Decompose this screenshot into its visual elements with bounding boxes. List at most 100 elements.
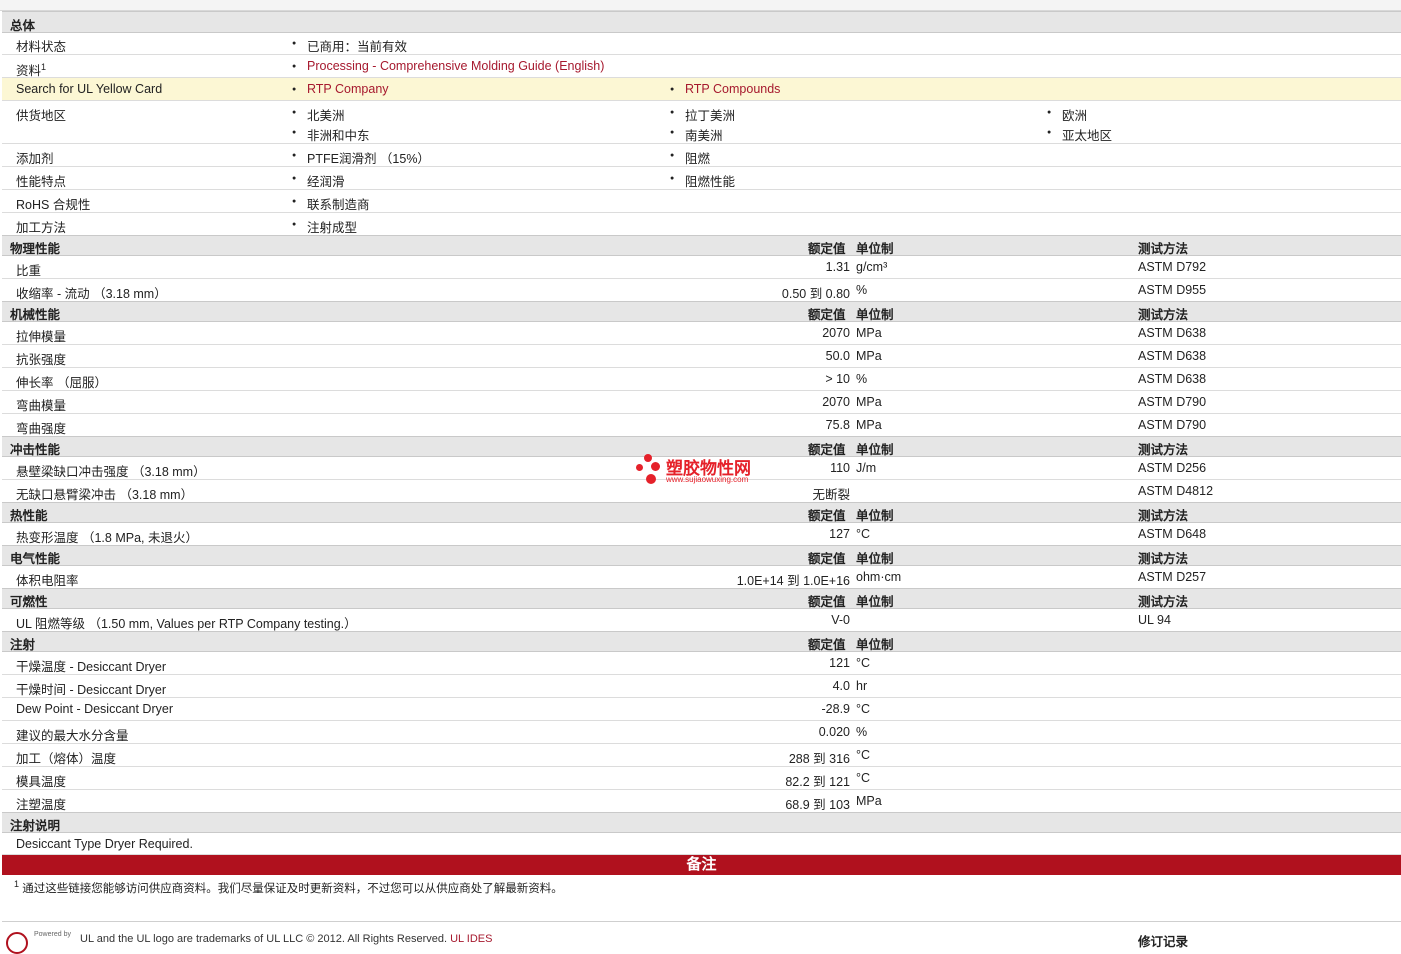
property-value: V-0 <box>831 613 850 627</box>
section-injection: 注射 额定值 单位制 <box>2 631 1401 652</box>
test-method: ASTM D638 <box>1138 372 1207 386</box>
test-method: ASTM D256 <box>1138 461 1207 475</box>
row-value: 阻燃 <box>670 148 710 167</box>
property-name: 加工（熔体）温度 <box>16 752 117 766</box>
row-label: 材料状态 <box>16 40 67 54</box>
rtp-company-link[interactable]: RTP Company <box>292 82 388 96</box>
row-features: 性能特点 经润滑 阻燃性能 <box>2 167 1401 190</box>
header-method: 测试方法 <box>1138 443 1189 457</box>
header-nominal: 额定值 <box>808 595 846 609</box>
table-row: 抗张强度 50.0 MPa ASTM D638 <box>2 345 1401 368</box>
header-nominal: 额定值 <box>808 552 846 566</box>
property-unit: MPa <box>856 395 882 409</box>
table-row: 拉伸模量 2070 MPa ASTM D638 <box>2 322 1401 345</box>
table-row: 收缩率 - 流动 （3.18 mm） 0.50 到 0.80% ASTM D955 <box>2 279 1401 302</box>
property-name: 注塑温度 <box>16 798 67 812</box>
header-nominal: 额定值 <box>808 638 846 652</box>
header-nominal: 额定值 <box>808 242 846 256</box>
property-value: 0.020 <box>818 725 850 739</box>
property-name: 弯曲强度 <box>16 422 67 436</box>
header-nominal: 额定值 <box>808 443 846 457</box>
table-row: 伸长率 （屈服） > 10% ASTM D638 <box>2 368 1401 391</box>
section-injection-notes: 注射说明 <box>2 812 1401 833</box>
property-value: 110 <box>830 461 850 475</box>
property-value: 2070 <box>822 395 850 409</box>
property-value: 127 <box>829 527 850 541</box>
row-value: 注射成型 <box>292 217 357 236</box>
property-value: 121 <box>829 656 850 670</box>
test-method: ASTM D790 <box>1138 395 1207 409</box>
table-row: 干燥温度 - Desiccant Dryer 121 °C <box>2 652 1401 675</box>
row-label: Search for UL Yellow Card <box>16 82 163 96</box>
header-unit: 单位制 <box>856 595 894 609</box>
property-value: 75.8 <box>825 418 850 432</box>
section-electrical: 电气性能 额定值 单位制 测试方法 <box>2 545 1401 566</box>
header-unit: 单位制 <box>856 509 894 523</box>
property-name: 干燥温度 - Desiccant Dryer <box>16 660 167 674</box>
row-additive: 添加剂 PTFE润滑剂 （15%） 阻燃 <box>2 144 1401 167</box>
footer-text: UL and the UL logo are trademarks of UL … <box>80 933 493 945</box>
region-item: 拉丁美洲 <box>670 105 735 124</box>
region-item: 南美洲 <box>670 125 722 144</box>
section-title: 物理性能 <box>10 242 61 256</box>
property-name: 模具温度 <box>16 775 67 789</box>
property-unit: MPa <box>856 418 882 432</box>
row-label: 添加剂 <box>16 152 54 166</box>
property-value: 1.0E+14 到 1.0E+16 <box>736 574 850 588</box>
test-method: UL 94 <box>1138 613 1171 627</box>
header-method: 测试方法 <box>1138 509 1189 523</box>
property-name: 抗张强度 <box>16 353 67 367</box>
table-row: Dew Point - Desiccant Dryer -28.9 °C <box>2 698 1401 721</box>
table-row: 弯曲模量 2070 MPa ASTM D790 <box>2 391 1401 414</box>
property-value: 68.9 到 103 <box>785 798 850 812</box>
ul-ides-link[interactable]: UL IDES <box>450 933 492 945</box>
property-unit: % <box>856 372 868 386</box>
top-bar <box>0 0 1401 11</box>
property-name: 热变形温度 （1.8 MPa, 未退火） <box>16 531 198 545</box>
row-label: 加工方法 <box>16 221 67 235</box>
note-text: Desiccant Type Dryer Required. <box>16 837 193 851</box>
row-ul-yellow-card: Search for UL Yellow Card RTP Company RT… <box>2 78 1401 101</box>
section-general: 总体 <box>2 11 1401 33</box>
rtp-compounds-link[interactable]: RTP Compounds <box>670 82 781 96</box>
row-label: 性能特点 <box>16 175 67 189</box>
property-unit: °C <box>856 771 871 785</box>
property-unit: °C <box>856 527 871 541</box>
literature-link[interactable]: Processing - Comprehensive Molding Guide… <box>292 59 604 73</box>
property-unit: J/m <box>856 461 877 475</box>
row-material-status: 材料状态 已商用：当前有效 <box>2 32 1401 55</box>
table-row: 热变形温度 （1.8 MPa, 未退火） 127 °C ASTM D648 <box>2 523 1401 546</box>
section-mechanical: 机械性能 额定值 单位制 测试方法 <box>2 301 1401 322</box>
test-method: ASTM D638 <box>1138 349 1207 363</box>
row-processing: 加工方法 注射成型 <box>2 213 1401 236</box>
section-title: 注射说明 <box>10 819 61 833</box>
property-name: 体积电阻率 <box>16 574 79 588</box>
property-value: 2070 <box>822 326 850 340</box>
table-row: 弯曲强度 75.8 MPa ASTM D790 <box>2 414 1401 437</box>
table-row: 建议的最大水分含量 0.020% <box>2 721 1401 744</box>
header-unit: 单位制 <box>856 242 894 256</box>
table-row: 比重 1.31 g/cm³ ASTM D792 <box>2 256 1401 279</box>
table-row: 干燥时间 - Desiccant Dryer 4.0 hr <box>2 675 1401 698</box>
property-value: 1.31 <box>825 260 850 274</box>
section-thermal: 热性能 额定值 单位制 测试方法 <box>2 502 1401 523</box>
footnote-row: 1 通过这些链接您能够访问供应商资料。我们尽量保证及时更新资料，不过您可以从供应… <box>2 876 1401 898</box>
property-unit: MPa <box>856 326 882 340</box>
test-method: ASTM D638 <box>1138 326 1207 340</box>
property-value: 4.0 <box>832 679 850 693</box>
header-unit: 单位制 <box>856 552 894 566</box>
header-unit: 单位制 <box>856 443 894 457</box>
row-label: 资料1 <box>16 61 47 78</box>
table-row: 注塑温度 68.9 到 103 MPa <box>2 790 1401 813</box>
watermark-url: www.sujiaowuxing.com <box>666 475 749 484</box>
region-item: 欧洲 <box>1047 105 1087 124</box>
property-value: > 10 <box>825 372 850 386</box>
row-literature: 资料1 Processing - Comprehensive Molding G… <box>2 55 1401 78</box>
row-value: PTFE润滑剂 （15%） <box>292 148 430 167</box>
powered-by: Powered by <box>34 931 71 938</box>
test-method: ASTM D257 <box>1138 570 1207 584</box>
footer: Powered by UL and the UL logo are tradem… <box>2 921 1401 954</box>
table-row: 加工（熔体）温度 288 到 316 °C <box>2 744 1401 767</box>
row-value: 阻燃性能 <box>670 171 735 190</box>
table-row: 体积电阻率 1.0E+14 到 1.0E+16 ohm·cm ASTM D257 <box>2 566 1401 589</box>
